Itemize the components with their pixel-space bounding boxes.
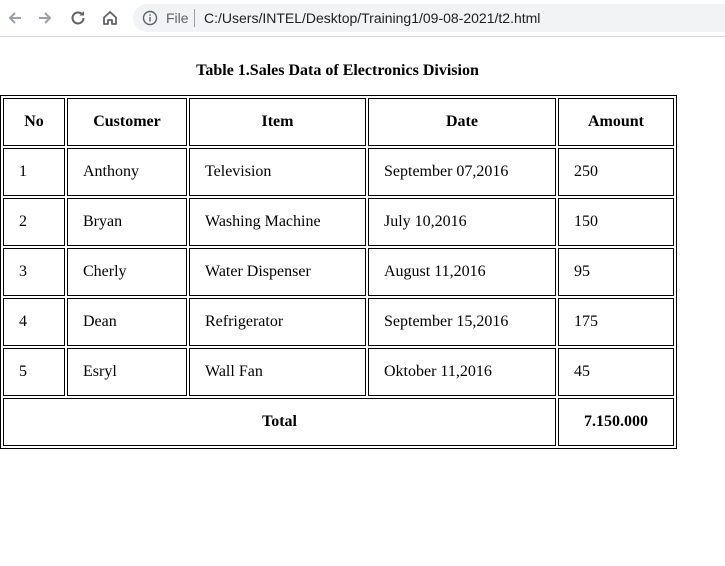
total-label: Total [3, 398, 556, 446]
cell-amount: 250 [558, 148, 674, 196]
cell-date: August 11,2016 [368, 248, 556, 296]
page-content: Table 1.Sales Data of Electronics Divisi… [0, 37, 725, 566]
cell-item: Water Dispenser [189, 248, 366, 296]
table-row: 2 Bryan Washing Machine July 10,2016 150 [3, 198, 674, 246]
info-icon[interactable] [142, 10, 158, 26]
address-divider [194, 9, 195, 27]
cell-amount: 175 [558, 298, 674, 346]
table-row: 3 Cherly Water Dispenser August 11,2016 … [3, 248, 674, 296]
cell-customer: Esryl [67, 348, 187, 396]
cell-no: 2 [3, 198, 65, 246]
total-row: Total 7.150.000 [3, 398, 674, 446]
cell-no: 5 [3, 348, 65, 396]
forward-button[interactable] [34, 6, 56, 30]
url-text[interactable]: C:/Users/INTEL/Desktop/Training1/09-08-2… [204, 10, 540, 26]
cell-no: 3 [3, 248, 65, 296]
cell-item: Refrigerator [189, 298, 366, 346]
home-icon [103, 11, 117, 25]
sales-table: No Customer Item Date Amount 1 Anthony T… [0, 95, 677, 449]
address-bar[interactable]: File C:/Users/INTEL/Desktop/Training1/09… [133, 4, 725, 32]
cell-date: September 07,2016 [368, 148, 556, 196]
cell-amount: 45 [558, 348, 674, 396]
header-item: Item [189, 98, 366, 146]
cell-date: September 15,2016 [368, 298, 556, 346]
table-caption: Table 1.Sales Data of Electronics Divisi… [196, 62, 479, 79]
cell-no: 4 [3, 298, 65, 346]
cell-date: Oktober 11,2016 [368, 348, 556, 396]
header-amount: Amount [558, 98, 674, 146]
total-value: 7.150.000 [558, 398, 674, 446]
cell-customer: Cherly [67, 248, 187, 296]
cell-item: Television [189, 148, 366, 196]
cell-customer: Bryan [67, 198, 187, 246]
header-row: No Customer Item Date Amount [3, 98, 674, 146]
reload-button[interactable] [67, 6, 89, 30]
file-scheme-label: File [166, 10, 189, 26]
table-row: 1 Anthony Television September 07,2016 2… [3, 148, 674, 196]
cell-item: Wall Fan [189, 348, 366, 396]
table-row: 5 Esryl Wall Fan Oktober 11,2016 45 [3, 348, 674, 396]
header-date: Date [368, 98, 556, 146]
back-button[interactable] [4, 6, 26, 30]
cell-item: Washing Machine [189, 198, 366, 246]
table-row: 4 Dean Refrigerator September 15,2016 17… [3, 298, 674, 346]
cell-no: 1 [3, 148, 65, 196]
header-customer: Customer [67, 98, 187, 146]
cell-amount: 95 [558, 248, 674, 296]
back-arrow-icon [8, 12, 21, 24]
home-button[interactable] [99, 6, 121, 30]
cell-customer: Anthony [67, 148, 187, 196]
browser-toolbar: File C:/Users/INTEL/Desktop/Training1/09… [0, 0, 725, 37]
cell-customer: Dean [67, 298, 187, 346]
cell-amount: 150 [558, 198, 674, 246]
cell-date: July 10,2016 [368, 198, 556, 246]
forward-arrow-icon [39, 12, 52, 24]
header-no: No [3, 98, 65, 146]
reload-icon [71, 11, 85, 25]
